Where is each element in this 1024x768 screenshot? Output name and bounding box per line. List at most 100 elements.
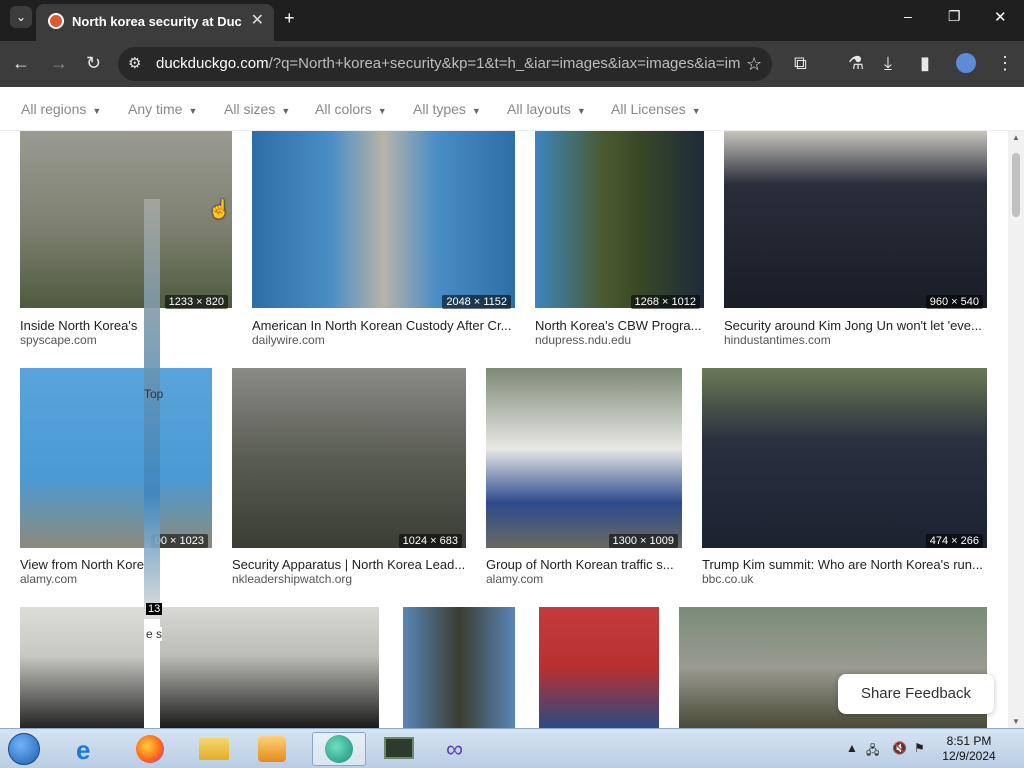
minimize-button[interactable]: – <box>904 8 912 24</box>
result-source[interactable]: hindustantimes.com <box>724 333 831 347</box>
download-icon[interactable]: ⤓ <box>884 53 892 73</box>
filter-types[interactable]: All types ▼ <box>413 101 481 117</box>
scrollbar-thumb[interactable] <box>1012 153 1020 217</box>
action-center-flag-icon[interactable]: ⚑ <box>914 741 925 755</box>
filter-layouts[interactable]: All layouts ▼ <box>507 101 586 117</box>
restore-button[interactable]: ❐ <box>948 8 961 25</box>
result-source[interactable]: spyscape.com <box>20 333 97 347</box>
tab-search-chevron-icon[interactable]: ⌄ <box>10 6 32 28</box>
image-result[interactable]: 1300 × 1009 Group of North Korean traffi… <box>486 368 682 588</box>
image-result[interactable]: 2048 × 1152 American In North Korean Cus… <box>252 131 515 351</box>
close-window-button[interactable]: ✕ <box>994 8 1007 26</box>
taskbar-media[interactable] <box>250 732 294 766</box>
filter-sizes[interactable]: All sizes ▼ <box>224 101 290 117</box>
system-clock[interactable]: 8:51 PM 12/9/2024 <box>934 734 1004 764</box>
bookmark-star-icon[interactable]: ☆ <box>746 54 762 74</box>
result-source[interactable]: dailywire.com <box>252 333 325 347</box>
start-button[interactable] <box>4 732 44 766</box>
result-thumbnail[interactable] <box>20 607 144 728</box>
media-player-icon <box>258 736 286 762</box>
image-result[interactable]: 1233 × 820 Inside North Korea's spyscape… <box>20 131 232 351</box>
result-title[interactable]: North Korea's CBW Progra... <box>535 318 704 333</box>
result-title[interactable]: View from North Kore <box>20 557 212 572</box>
filter-colors[interactable]: All colors ▼ <box>315 101 387 117</box>
image-result[interactable]: 474 × 266 Trump Kim summit: Who are Nort… <box>702 368 987 588</box>
taskbar-explorer[interactable] <box>192 732 236 766</box>
reload-icon[interactable]: ↻ <box>86 53 101 73</box>
profile-avatar[interactable] <box>956 53 976 73</box>
taskbar-browser-active[interactable] <box>312 732 366 766</box>
filter-label: All colors <box>315 101 372 117</box>
site-info-icon[interactable]: ⚙ <box>128 54 141 74</box>
taskbar-ie[interactable]: e <box>68 732 112 766</box>
image-result[interactable] <box>539 607 659 728</box>
result-source[interactable]: nkleadershipwatch.org <box>232 572 352 586</box>
result-thumbnail[interactable] <box>20 131 232 308</box>
forward-icon[interactable]: → <box>50 53 68 73</box>
scroll-up-icon[interactable]: ▲ <box>1012 133 1020 142</box>
internet-explorer-icon: e <box>76 735 91 765</box>
duckduckgo-favicon-icon <box>48 13 64 29</box>
taskbar-terminal[interactable] <box>372 732 426 766</box>
image-result[interactable]: 00 × 1023 View from North Kore alamy.com <box>20 368 212 588</box>
tab-close-icon[interactable]: ✕ <box>251 10 264 30</box>
image-dimensions: 1268 × 1012 <box>630 295 700 309</box>
result-source[interactable]: alamy.com <box>20 572 77 586</box>
result-thumbnail[interactable] <box>535 131 704 308</box>
result-title[interactable]: Inside North Korea's <box>20 318 232 333</box>
url-text[interactable]: duckduckgo.com/?q=North+korea+security&k… <box>156 55 740 72</box>
tab-title: North korea security at DuckDu <box>72 14 242 29</box>
side-panel-icon[interactable]: ▮ <box>920 53 930 73</box>
page-scrollbar[interactable]: ▲ ▼ <box>1008 131 1024 728</box>
result-thumbnail[interactable] <box>252 131 515 308</box>
image-result[interactable] <box>403 607 515 728</box>
caret-down-icon: ▼ <box>691 106 701 116</box>
result-thumbnail[interactable] <box>232 368 466 548</box>
extensions-icon[interactable]: ⧉ <box>794 53 807 73</box>
scroll-down-icon[interactable]: ▼ <box>1012 717 1020 726</box>
image-result[interactable]: 960 × 540 Security around Kim Jong Un wo… <box>724 131 987 351</box>
result-thumbnail[interactable] <box>486 368 682 548</box>
filter-regions[interactable]: All regions ▼ <box>21 101 101 117</box>
result-thumbnail[interactable] <box>160 607 379 728</box>
image-result[interactable]: 1024 × 683 Security Apparatus | North Ko… <box>232 368 466 588</box>
visual-studio-icon: ∞ <box>446 736 464 763</box>
menu-kebab-icon[interactable]: ⋮ <box>996 53 1014 73</box>
result-source[interactable]: bbc.co.uk <box>702 572 753 586</box>
labs-flask-icon[interactable]: ⚗ <box>848 53 864 73</box>
image-result[interactable] <box>160 607 379 728</box>
image-result[interactable]: 1268 × 1012 North Korea's CBW Progra... … <box>535 131 704 351</box>
filter-label: All sizes <box>224 101 276 117</box>
firefox-icon <box>136 735 164 763</box>
browser-app-icon <box>325 735 353 763</box>
network-icon[interactable]: 🖧 <box>866 741 879 762</box>
result-title[interactable]: Security Apparatus | North Korea Lead... <box>232 557 466 572</box>
result-source[interactable]: alamy.com <box>486 572 543 586</box>
tray-expand-icon[interactable]: ▲ <box>846 741 858 755</box>
back-icon[interactable]: ← <box>12 53 30 73</box>
taskbar-firefox[interactable] <box>128 732 172 766</box>
overlay-fragment: 13 <box>146 603 163 615</box>
result-thumbnail[interactable] <box>724 131 987 308</box>
result-title[interactable]: Security around Kim Jong Un won't let 'e… <box>724 318 987 333</box>
windows-taskbar: e ∞ ▲ 🖧 🔇 ⚑ 8:51 PM 12/9/2024 <box>0 728 1024 768</box>
result-thumbnail[interactable] <box>539 607 659 728</box>
result-thumbnail[interactable] <box>20 368 212 548</box>
result-title[interactable]: Group of North Korean traffic s... <box>486 557 682 572</box>
volume-muted-icon[interactable]: 🔇 <box>892 741 907 755</box>
taskbar-vs[interactable]: ∞ <box>434 732 488 766</box>
result-thumbnail[interactable] <box>702 368 987 548</box>
tab-strip: ⌄ North korea security at DuckDu ✕ + – ❐… <box>0 0 1024 41</box>
result-source[interactable]: ndupress.ndu.edu <box>535 333 631 347</box>
filter-time[interactable]: Any time ▼ <box>128 101 197 117</box>
image-results-grid: 1233 × 820 Inside North Korea's spyscape… <box>0 131 1008 728</box>
result-title[interactable]: Trump Kim summit: Who are North Korea's … <box>702 557 987 572</box>
address-bar[interactable]: ⚙ duckduckgo.com/?q=North+korea+security… <box>118 47 772 81</box>
browser-tab[interactable]: North korea security at DuckDu ✕ <box>36 4 274 41</box>
share-feedback-button[interactable]: Share Feedback <box>838 674 994 714</box>
result-title[interactable]: American In North Korean Custody After C… <box>252 318 515 333</box>
result-thumbnail[interactable] <box>403 607 515 728</box>
filter-licenses[interactable]: All Licenses ▼ <box>611 101 701 117</box>
new-tab-button[interactable]: + <box>284 8 295 29</box>
image-result[interactable] <box>20 607 144 728</box>
